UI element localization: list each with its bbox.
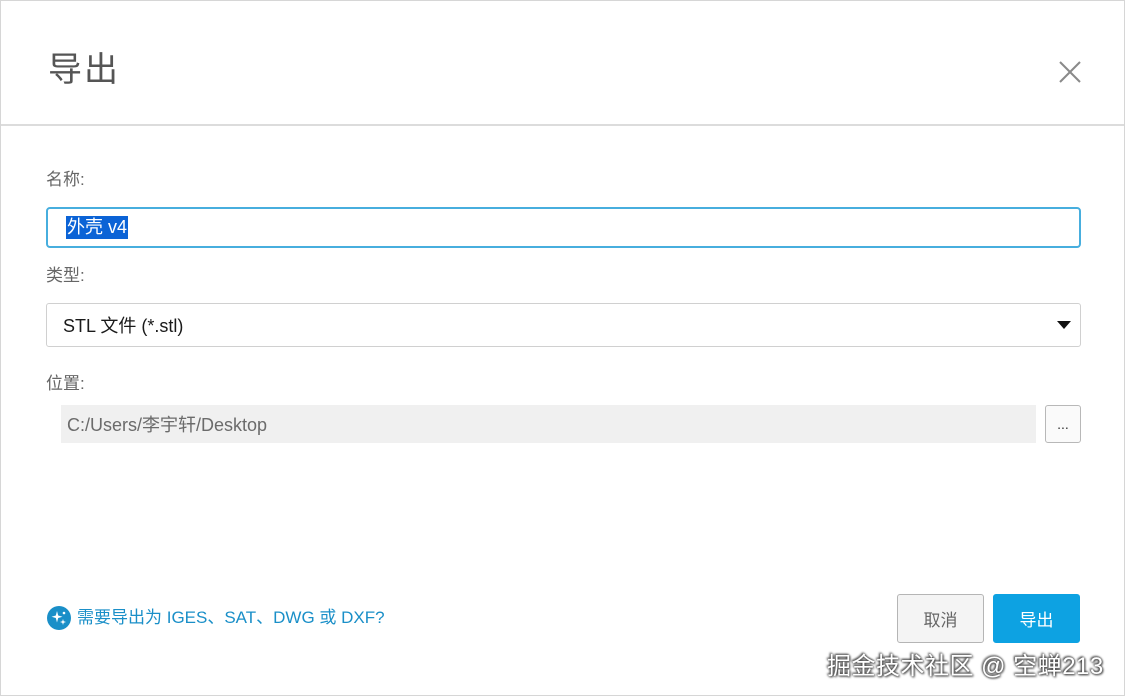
close-button[interactable] — [1053, 55, 1087, 89]
name-input-value: 外壳 v4 — [66, 216, 129, 239]
close-icon — [1059, 61, 1081, 83]
type-select-value: STL 文件 (*.stl) — [63, 316, 184, 336]
name-input[interactable]: 外壳 v4 — [46, 207, 1081, 248]
sparkle-plus-icon — [47, 606, 71, 630]
export-button[interactable]: 导出 — [993, 594, 1080, 643]
location-value: C:/Users/李宇轩/Desktop — [67, 415, 268, 435]
location-label: 位置: — [46, 374, 85, 393]
type-label: 类型: — [46, 266, 85, 285]
dialog-header: 导出 — [1, 1, 1124, 126]
type-select[interactable]: STL 文件 (*.stl) — [46, 303, 1081, 347]
export-dialog: 导出 名称: 外壳 v4 类型: STL 文件 (*.stl) 位置: C:/U… — [0, 0, 1125, 696]
caret-down-icon[interactable] — [1048, 304, 1080, 346]
watermark: 掘金技术社区 @ 空蝉213 — [827, 653, 1104, 680]
browse-button[interactable]: ... — [1045, 405, 1081, 443]
help-link[interactable]: 需要导出为 IGES、SAT、DWG 或 DXF? — [47, 606, 385, 630]
cancel-button[interactable]: 取消 — [897, 594, 984, 643]
help-text: 需要导出为 IGES、SAT、DWG 或 DXF? — [77, 608, 385, 627]
dialog-title: 导出 — [48, 51, 120, 89]
location-field: C:/Users/李宇轩/Desktop — [61, 405, 1036, 443]
name-label: 名称: — [46, 170, 85, 189]
